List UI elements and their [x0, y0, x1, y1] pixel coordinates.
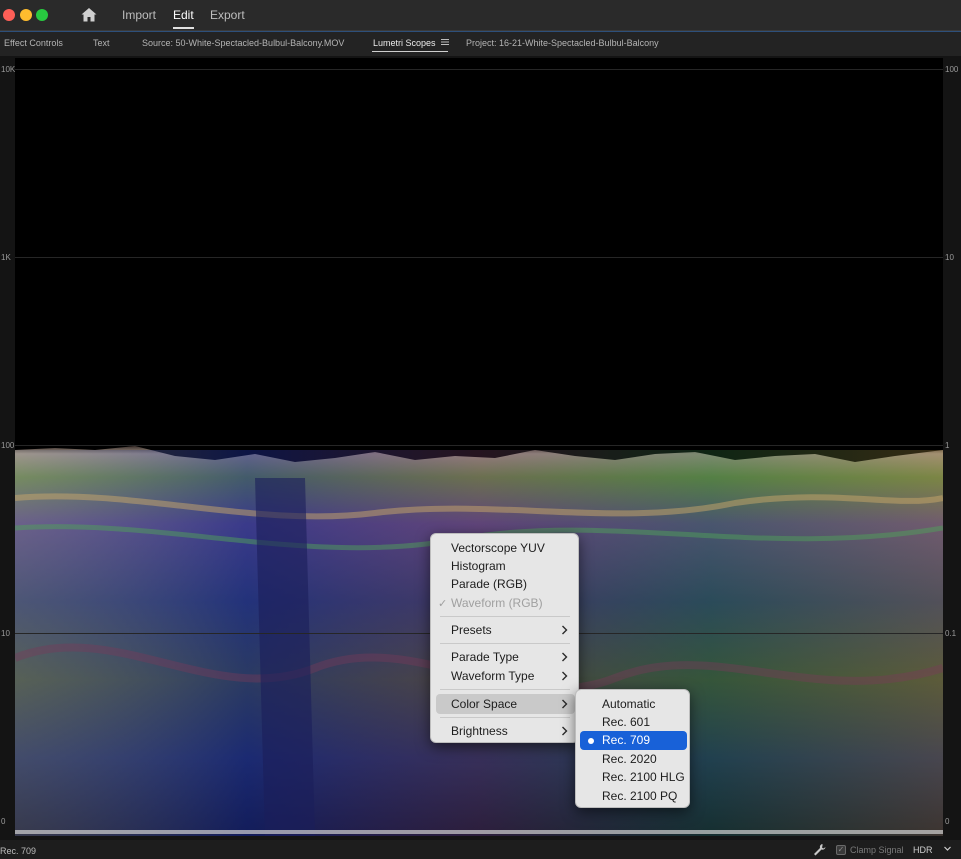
submenu-item-automatic[interactable]: Automatic	[602, 697, 655, 711]
axis-label-left: 1K	[1, 253, 11, 262]
axis-label-right: 100	[945, 65, 959, 74]
menu-item-parade-rgb[interactable]: Parade (RGB)	[451, 577, 527, 591]
axis-label-left: 0	[1, 817, 6, 826]
scope-context-menu: Vectorscope YUV Histogram Parade (RGB) ✓…	[430, 533, 579, 743]
chevron-right-icon	[562, 671, 568, 681]
axis-label-left: 100	[1, 441, 15, 450]
menu-item-presets[interactable]: Presets	[451, 623, 492, 637]
bullet-icon	[588, 738, 594, 744]
chevron-right-icon	[562, 726, 568, 736]
tab-source[interactable]: Source: 50-White-Spectacled-Bulbul-Balco…	[142, 38, 344, 48]
submenu-item-rec-709[interactable]: Rec. 709	[602, 733, 650, 747]
tab-effect-controls[interactable]: Effect Controls	[4, 38, 63, 48]
axis-label-right: 0	[945, 817, 950, 826]
tab-text[interactable]: Text	[93, 38, 110, 48]
home-icon[interactable]	[80, 6, 98, 24]
menu-separator	[440, 689, 570, 690]
submenu-item-rec-2100-pq[interactable]: Rec. 2100 PQ	[602, 789, 677, 803]
checkmark-icon: ✓	[438, 598, 448, 610]
axis-label-left: 10K	[1, 65, 16, 74]
menu-item-histogram[interactable]: Histogram	[451, 559, 506, 573]
clamp-signal-checkbox[interactable]: ✓	[836, 845, 846, 855]
submenu-item-rec-2020[interactable]: Rec. 2020	[602, 752, 657, 766]
tab-lumetri-scopes[interactable]: Lumetri Scopes	[373, 38, 436, 48]
minimize-window-button[interactable]	[20, 9, 32, 21]
wrench-icon[interactable]	[813, 843, 826, 856]
menu-separator	[440, 643, 570, 644]
color-space-label: Rec. 709	[0, 846, 37, 856]
submenu-item-rec-601[interactable]: Rec. 601	[602, 715, 650, 729]
axis-label-left: 10	[1, 629, 10, 638]
menu-item-waveform-rgb[interactable]: Waveform (RGB)	[451, 596, 543, 610]
submenu-item-rec-2100-hlg[interactable]: Rec. 2100 HLG	[602, 770, 685, 784]
chevron-right-icon	[562, 699, 568, 709]
menu-separator	[440, 717, 570, 718]
gridline	[15, 69, 943, 70]
active-tab-underline	[372, 51, 448, 52]
chevron-right-icon	[562, 652, 568, 662]
title-bar: Import Edit Export	[0, 0, 961, 31]
gridline	[15, 445, 943, 446]
axis-label-right: 1	[945, 441, 950, 450]
zoom-window-button[interactable]	[36, 9, 48, 21]
gridline	[15, 257, 943, 258]
tab-project[interactable]: Project: 16-21-White-Spectacled-Bulbul-B…	[466, 38, 659, 48]
nav-export[interactable]: Export	[210, 8, 245, 22]
menu-item-brightness[interactable]: Brightness	[451, 724, 508, 738]
close-window-button[interactable]	[3, 9, 15, 21]
nav-import[interactable]: Import	[122, 8, 156, 22]
menu-item-parade-type[interactable]: Parade Type	[451, 650, 519, 664]
hamburger-menu-icon[interactable]	[441, 38, 449, 46]
menu-item-waveform-type[interactable]: Waveform Type	[451, 669, 534, 683]
chevron-down-icon[interactable]	[943, 844, 952, 853]
color-space-submenu: Automatic Rec. 601 Rec. 709 Rec. 2020 Re…	[575, 689, 690, 808]
menu-separator	[440, 616, 570, 617]
hdr-dropdown[interactable]: HDR	[913, 845, 933, 855]
menu-item-vectorscope-yuv[interactable]: Vectorscope YUV	[451, 541, 545, 555]
clamp-signal-label: Clamp Signal	[850, 845, 904, 855]
axis-label-right: 10	[945, 253, 954, 262]
panel-tab-bar: Effect Controls Text Source: 50-White-Sp…	[0, 31, 961, 56]
menu-item-color-space[interactable]: Color Space	[451, 697, 517, 711]
axis-label-right: 0.1	[945, 629, 957, 638]
nav-edit[interactable]: Edit	[173, 8, 194, 29]
chevron-right-icon	[562, 625, 568, 635]
